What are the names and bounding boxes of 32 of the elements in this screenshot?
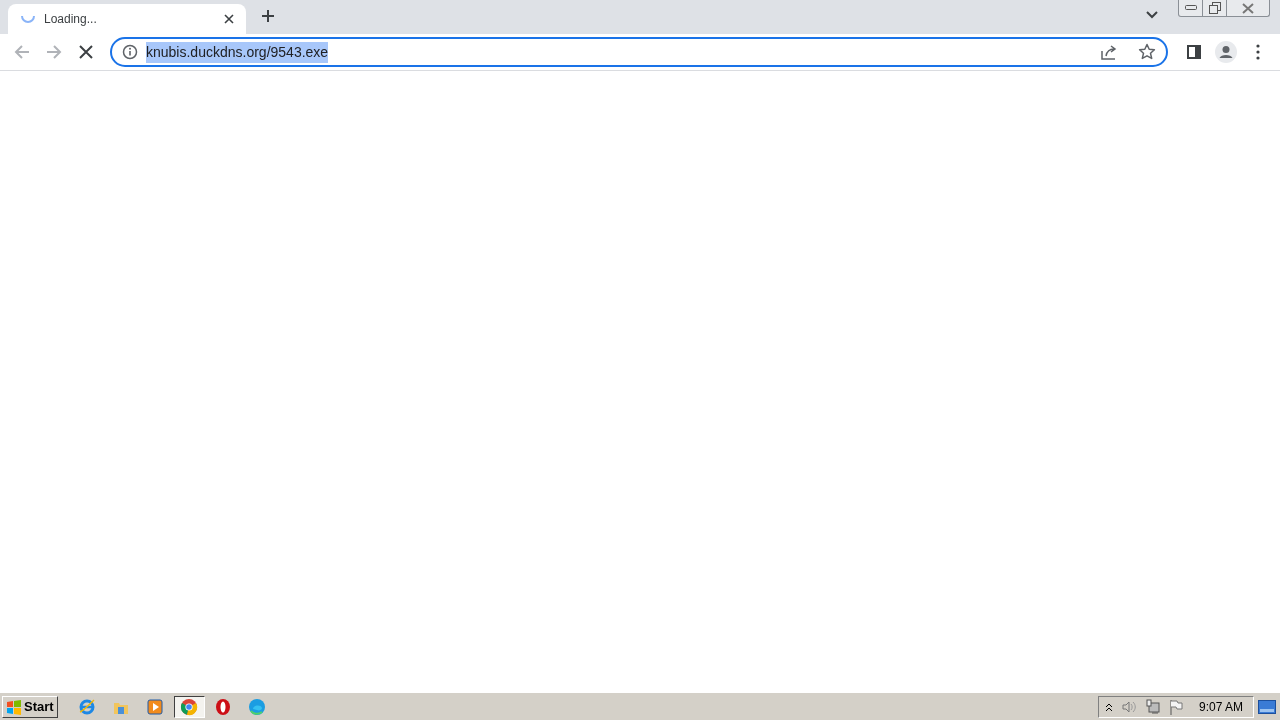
close-tab-icon[interactable] <box>224 14 234 24</box>
url-text: knubis.duckdns.org/9543.exe <box>146 41 329 63</box>
app-icon <box>78 697 97 716</box>
side-panel-icon <box>1187 45 1201 59</box>
flag-icon[interactable] <box>1168 698 1183 715</box>
close-icon <box>79 45 93 59</box>
start-button[interactable]: Start <box>2 695 58 718</box>
app-icon <box>146 697 165 716</box>
show-desktop-icon[interactable] <box>1258 699 1276 714</box>
taskbar-app-button[interactable] <box>173 695 205 718</box>
address-bar[interactable]: knubis.duckdns.org/9543.exe <box>110 37 1168 67</box>
network-icon[interactable] <box>1144 698 1161 715</box>
clock-text: 9:07 AM <box>1198 698 1243 716</box>
more-vertical-icon <box>1256 44 1260 60</box>
profile-avatar-icon <box>1215 41 1237 63</box>
info-icon[interactable] <box>122 44 138 60</box>
close-icon <box>1242 2 1254 14</box>
back-arrow-icon <box>14 44 30 60</box>
browser-tab[interactable]: Loading... <box>8 4 246 34</box>
show-hidden-icons-icon[interactable] <box>1104 701 1113 712</box>
star-icon[interactable] <box>1138 43 1156 61</box>
app-icon <box>214 697 233 716</box>
minimize-icon <box>1184 5 1197 11</box>
share-icon[interactable] <box>1100 43 1118 61</box>
forward-arrow-icon <box>46 44 62 60</box>
profile-button[interactable] <box>1212 38 1240 66</box>
chevron-down-icon <box>1146 11 1158 19</box>
tab-title: Loading... <box>44 11 97 28</box>
app-icon <box>248 697 267 716</box>
app-icon <box>180 697 199 716</box>
windows-logo-icon <box>6 698 22 715</box>
plus-icon <box>261 9 275 23</box>
